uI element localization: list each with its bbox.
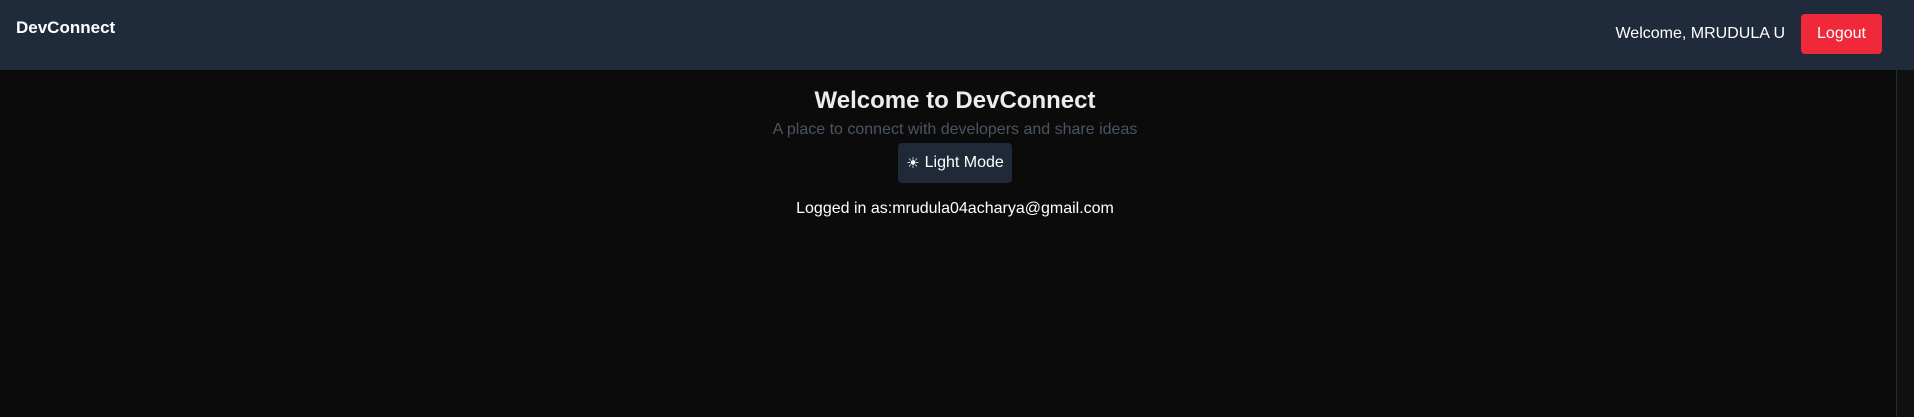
light-mode-toggle-button[interactable]: ☀ Light Mode: [898, 143, 1012, 183]
brand-logo[interactable]: DevConnect: [16, 18, 115, 38]
logged-in-email-text: Logged in as:mrudula04acharya@gmail.com: [796, 200, 1114, 217]
logout-button[interactable]: Logout: [1801, 14, 1882, 54]
page-title: Welcome to DevConnect: [814, 87, 1096, 114]
vertical-scrollbar[interactable]: [1896, 0, 1914, 417]
page-subtitle: A place to connect with developers and s…: [772, 121, 1138, 138]
scrollbar-track[interactable]: [1897, 70, 1914, 417]
navbar-user-area: Welcome, MRUDULA U Logout: [1615, 14, 1882, 54]
main-content: Welcome to DevConnect A place to connect…: [0, 70, 1896, 417]
page: DevConnect Welcome, MRUDULA U Logout Wel…: [0, 0, 1914, 417]
welcome-user-text: Welcome, MRUDULA U: [1615, 25, 1785, 42]
light-mode-label: Light Mode: [924, 154, 1004, 171]
sun-icon: ☀: [906, 155, 920, 172]
navbar: DevConnect Welcome, MRUDULA U Logout: [0, 0, 1896, 70]
